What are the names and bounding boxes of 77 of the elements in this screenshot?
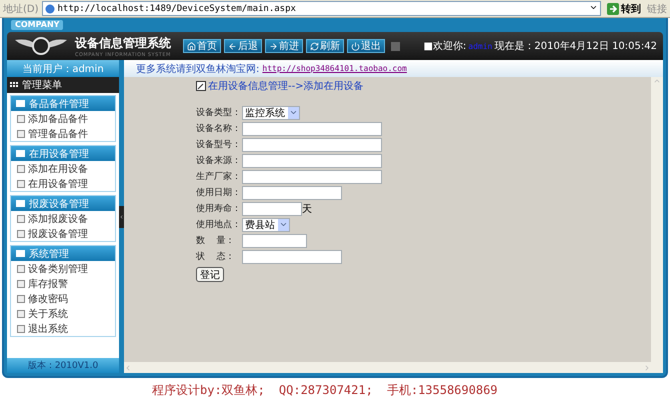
field-label: 状 态： <box>196 250 236 263</box>
credit-text: 程序设计by:双鱼林; <box>152 382 265 398</box>
collapse-handle[interactable] <box>119 206 124 228</box>
go-button[interactable]: 转到 <box>604 2 644 16</box>
arrow-icon <box>607 2 619 14</box>
menu-item[interactable]: 在用设备管理 <box>11 176 115 191</box>
datetime-text: 现在是：2010年4月12日 10:05:42 <box>494 40 657 53</box>
links-label: 链接 <box>647 2 667 16</box>
submit-button[interactable]: 登记 <box>196 267 224 282</box>
company-tag: COMPANY <box>11 20 64 30</box>
nav-button[interactable]: 退出 <box>347 39 385 53</box>
horizontal-scrollbar[interactable] <box>124 362 663 373</box>
menu-item[interactable]: 添加报废设备 <box>11 211 115 226</box>
menu-item[interactable]: 设备类别管理 <box>11 261 115 276</box>
nav-button[interactable]: 前进 <box>265 39 303 53</box>
app-title: 设备信息管理系统 <box>75 34 171 52</box>
field-label: 使用寿命： <box>196 202 242 215</box>
nav-button[interactable]: 刷新 <box>306 39 344 53</box>
chevron-right-icon <box>643 364 651 372</box>
notice-text: 更多系统请到双鱼林淘宝网: <box>136 62 260 76</box>
menu-item[interactable]: 退出系统 <box>11 321 115 336</box>
field-label: 设备名称： <box>196 122 242 135</box>
right-arrow-icon <box>269 42 278 50</box>
menu-item[interactable]: 添加备品备件 <box>11 111 115 126</box>
menu-item[interactable]: 添加在用设备 <box>11 161 115 176</box>
version-bar: 版本：2010V1.0 <box>7 358 119 373</box>
field-label: 生产厂家： <box>196 170 242 183</box>
select-field[interactable]: 费县站 <box>242 218 290 232</box>
field-label: 设备来源： <box>196 154 242 167</box>
select-field[interactable]: 监控系统 <box>242 106 300 120</box>
square-icon <box>391 42 400 50</box>
edit-icon <box>196 81 206 91</box>
input-field[interactable] <box>242 234 307 248</box>
input-field[interactable] <box>242 202 302 216</box>
field-label: 使用日期： <box>196 186 242 199</box>
group-header[interactable]: 报废设备管理 <box>11 196 115 211</box>
field-label: 使用地点： <box>196 218 242 231</box>
left-arrow-icon <box>228 42 237 50</box>
menu-item[interactable]: 库存报警 <box>11 276 115 291</box>
credit-text: QQ:287307421; <box>278 383 373 397</box>
input-field[interactable] <box>242 170 382 184</box>
menu-item[interactable]: 修改密码 <box>11 291 115 306</box>
input-field[interactable] <box>242 122 382 136</box>
power-icon <box>351 42 360 50</box>
address-label: 地址(D) <box>3 2 39 16</box>
group-header[interactable]: 备品备件管理 <box>11 96 115 111</box>
chevron-left-icon <box>124 364 132 372</box>
menu-title: 管理菜单 <box>22 78 62 92</box>
dropdown-icon <box>289 108 298 117</box>
breadcrumb: 在用设备信息管理-->添加在用设备 <box>208 80 364 93</box>
grid-icon <box>10 82 19 88</box>
field-label: 设备类型： <box>196 106 242 119</box>
input-field[interactable] <box>242 186 342 200</box>
chevron-up-icon <box>653 77 661 85</box>
refresh-icon <box>310 42 319 50</box>
current-user-bar: 当前用户：admin <box>7 60 119 77</box>
group-header[interactable]: 在用设备管理 <box>11 146 115 161</box>
credit-text: 手机:13558690869 <box>386 382 498 398</box>
field-label: 设备型号： <box>196 138 242 151</box>
field-label: 数 量： <box>196 234 236 247</box>
home-icon <box>187 42 196 50</box>
input-field[interactable] <box>242 154 382 168</box>
input-field[interactable] <box>242 250 342 264</box>
nav-button[interactable]: 首页 <box>183 39 221 53</box>
address-field[interactable]: http://localhost:1489/DeviceSystem/main.aspx <box>42 1 601 16</box>
menu-item[interactable]: 报废设备管理 <box>11 226 115 241</box>
shop-link[interactable]: http://shop34864101.taobao.com <box>262 64 407 73</box>
nav-button[interactable]: 后退 <box>224 39 262 53</box>
unit-text: 天 <box>302 202 312 216</box>
vertical-scrollbar[interactable] <box>651 77 663 362</box>
welcome-label: ■欢迎你: <box>423 40 466 53</box>
group-header[interactable]: 系统管理 <box>11 246 115 261</box>
menu-item[interactable]: 关于系统 <box>11 306 115 321</box>
input-field[interactable] <box>242 138 382 152</box>
logo-icon <box>13 34 69 58</box>
menu-item[interactable]: 管理备品备件 <box>11 126 115 141</box>
dropdown-icon <box>279 220 288 229</box>
